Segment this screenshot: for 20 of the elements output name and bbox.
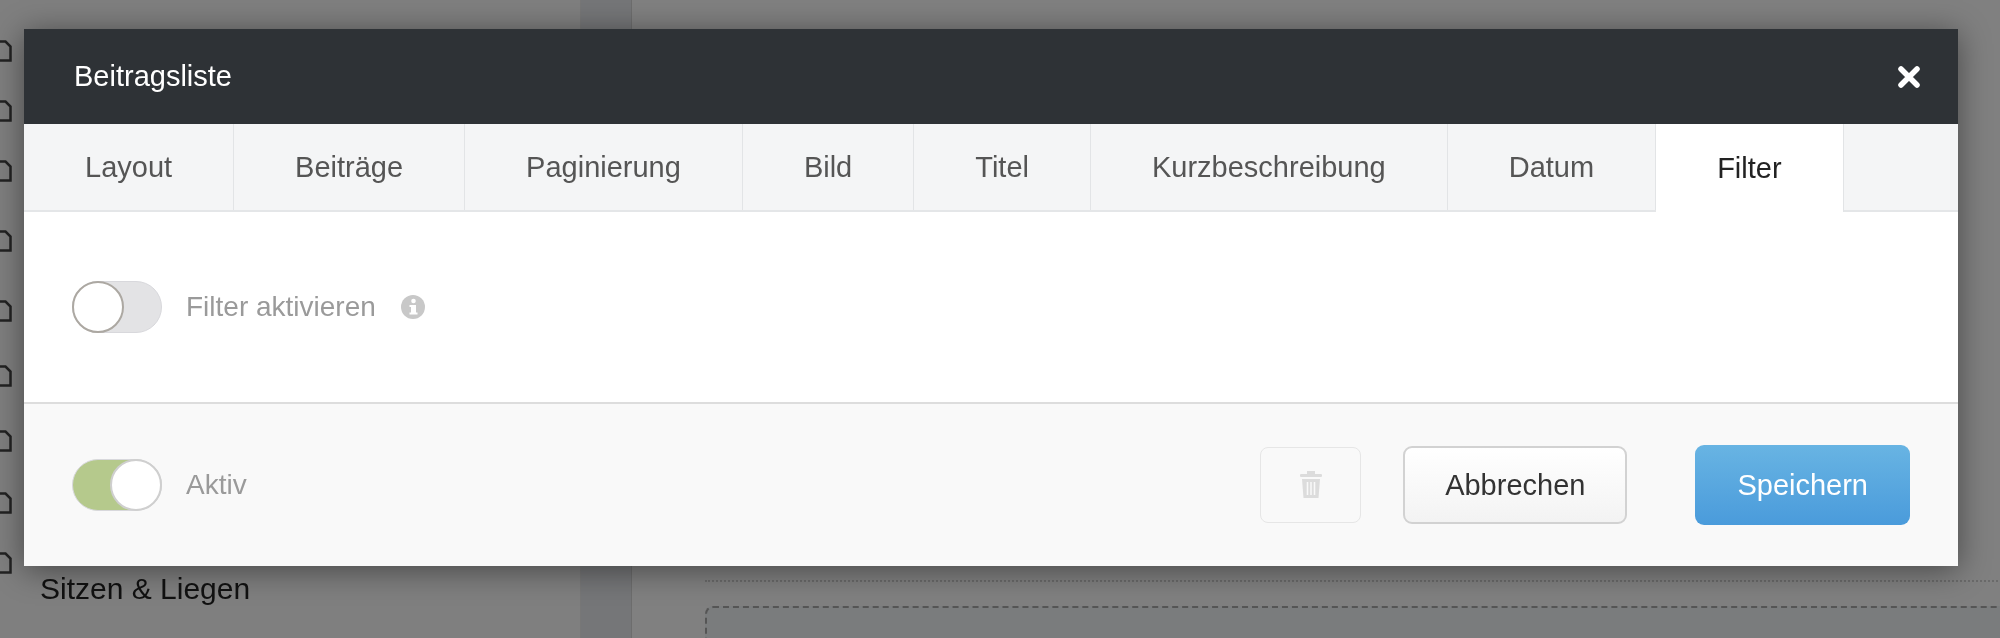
info-icon[interactable] <box>399 294 426 320</box>
file-icon <box>0 492 12 514</box>
trash-icon <box>1298 471 1323 499</box>
file-icon <box>0 430 12 452</box>
toggle-switch[interactable] <box>72 459 162 511</box>
file-icon <box>0 552 12 574</box>
close-icon[interactable] <box>1897 64 1921 89</box>
toggle-switch[interactable] <box>72 281 162 333</box>
file-icon <box>0 40 12 62</box>
tab[interactable]: Filter <box>1656 124 1844 212</box>
toggle-label: Aktiv <box>186 469 247 501</box>
file-icon <box>0 230 12 252</box>
file-icon <box>0 100 12 122</box>
toggle-label: Filter aktivieren <box>186 291 376 323</box>
file-icon <box>0 300 12 322</box>
file-icon <box>0 365 12 387</box>
file-icon <box>0 160 12 182</box>
sidebar-item[interactable]: Sitzen & Liegen <box>40 572 251 606</box>
cancel-button[interactable]: Abbrechen <box>1403 446 1628 524</box>
dialog-title: Beitragsliste <box>74 60 232 93</box>
